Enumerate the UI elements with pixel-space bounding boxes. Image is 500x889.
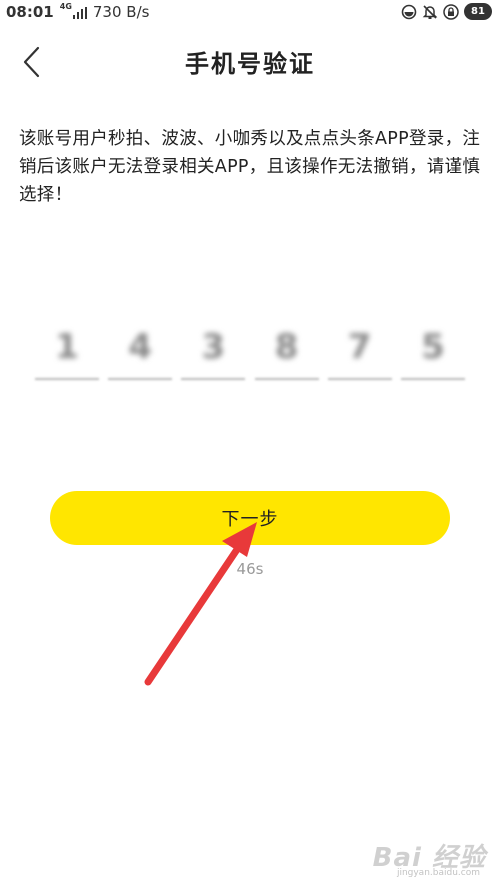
sync-icon bbox=[401, 4, 417, 19]
battery-level: 81 bbox=[471, 6, 485, 17]
network-speed: 730 B/s bbox=[92, 3, 150, 21]
code-digit: 8 bbox=[274, 327, 299, 367]
status-time: 08:01 bbox=[6, 3, 54, 21]
watermark-url: jingyan.baidu.com bbox=[396, 868, 480, 878]
code-cell[interactable]: 5 bbox=[400, 322, 465, 388]
header: 手机号验证 bbox=[0, 34, 500, 90]
code-underline bbox=[35, 378, 99, 380]
code-cell[interactable]: 1 bbox=[35, 322, 99, 388]
warning-notice: 该账号用户秒拍、波波、小咖秀以及点点头条APP登录，注销后该账户无法登录相关AP… bbox=[19, 129, 481, 205]
code-digit: 4 bbox=[128, 327, 153, 367]
verification-code-input[interactable]: 1 4 3 8 7 5 bbox=[35, 322, 465, 392]
code-digit: 7 bbox=[347, 327, 372, 367]
network-type-label: 4G bbox=[59, 2, 72, 11]
code-underline bbox=[400, 378, 465, 380]
code-cell[interactable]: 8 bbox=[254, 322, 319, 388]
app-screen: 08:01 4G 730 B/s 81 手机号验证 该账号用户秒拍、波波、小咖秀… bbox=[0, 0, 500, 889]
page-title: 手机号验证 bbox=[185, 50, 315, 78]
code-underline bbox=[108, 378, 173, 380]
code-cell[interactable]: 7 bbox=[327, 322, 392, 388]
next-step-button[interactable]: 下一步 bbox=[50, 491, 450, 545]
code-digit: 1 bbox=[55, 327, 79, 367]
code-digit: 3 bbox=[201, 327, 226, 367]
mute-icon bbox=[422, 4, 438, 19]
code-underline bbox=[181, 378, 246, 380]
status-bar: 08:01 4G 730 B/s 81 bbox=[0, 0, 500, 26]
battery-icon: 81 bbox=[464, 3, 492, 20]
resend-countdown: 46s bbox=[236, 560, 264, 578]
code-cell[interactable]: 3 bbox=[181, 322, 246, 388]
lock-icon bbox=[443, 3, 459, 20]
status-left: 08:01 4G 730 B/s bbox=[6, 2, 150, 22]
code-underline bbox=[327, 378, 392, 380]
code-underline bbox=[254, 378, 319, 380]
code-digit: 5 bbox=[421, 327, 445, 367]
watermark: Bai 经验 jingyan.baidu.com bbox=[346, 837, 486, 883]
status-right: 81 bbox=[396, 3, 492, 20]
code-cell[interactable]: 4 bbox=[108, 322, 173, 388]
signal-icon bbox=[72, 7, 87, 19]
